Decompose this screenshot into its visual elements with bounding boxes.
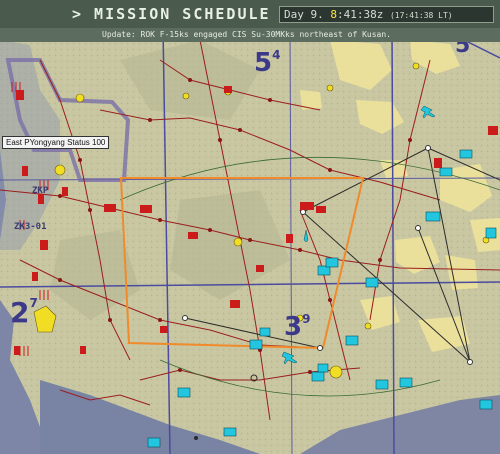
- label-zk3: ZK3-01: [14, 222, 47, 232]
- map-tooltip: East PYongyang Status 100: [2, 136, 110, 149]
- zone-number-3: 39: [284, 312, 311, 342]
- zone-number-2: 27: [10, 296, 38, 329]
- game-clock: Day 9. 8:41:38z (17:41:38 LT): [279, 6, 494, 23]
- mission-schedule-button[interactable]: > MISSION SCHEDULE <: [72, 5, 293, 23]
- zone-number-5: 54: [254, 48, 281, 78]
- clock-day: Day 9.: [284, 8, 324, 21]
- clock-hour: 8: [330, 8, 337, 21]
- update-message: Update: ROK F-15ks engaged CIS Su-30MKks…: [102, 30, 391, 39]
- clock-time: :41:38z: [337, 8, 384, 21]
- clock-local-time: (17:41:38 LT): [389, 11, 453, 20]
- label-zkp: ZKP: [32, 186, 49, 196]
- screen: 54 27 39 5 ZKP ZK3-01 East PYongyang Sta…: [0, 0, 500, 454]
- tactical-map[interactable]: [0, 0, 500, 454]
